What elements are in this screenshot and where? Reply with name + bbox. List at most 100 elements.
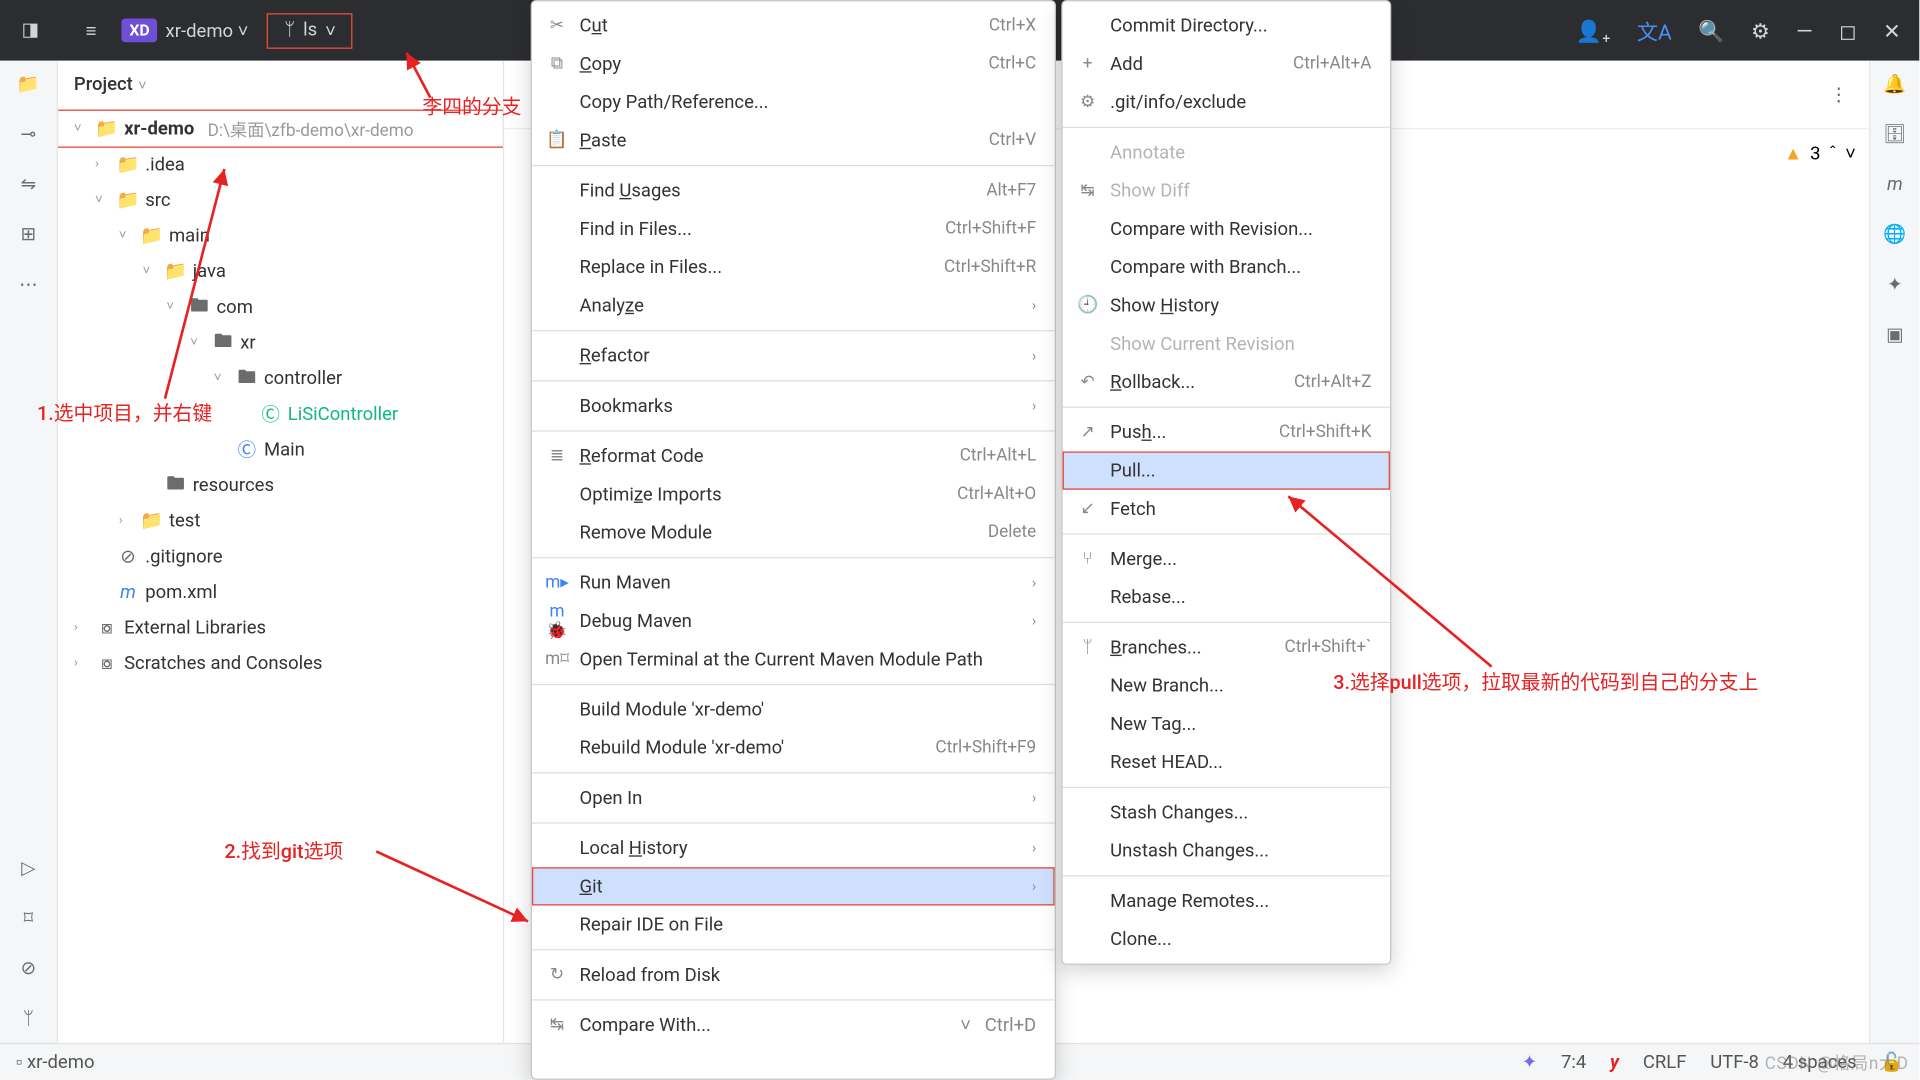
menu-analyze[interactable]: Analyze› bbox=[532, 286, 1055, 324]
structure-tool-icon[interactable]: ⊞ bbox=[21, 224, 36, 245]
git-manage-remotes[interactable]: Manage Remotes... bbox=[1063, 882, 1390, 920]
git-branches[interactable]: ᛘBranches...Ctrl+Shift+` bbox=[1063, 628, 1390, 666]
menu-repair-ide[interactable]: Repair IDE on File bbox=[532, 906, 1055, 944]
prev-highlight-icon[interactable]: ˆ bbox=[1828, 143, 1837, 164]
menu-compare-with[interactable]: ↹Compare With...˅ Ctrl+D bbox=[532, 1006, 1055, 1044]
more-options-icon[interactable]: ⋮ bbox=[1830, 84, 1848, 105]
run-tool-icon[interactable]: ▷ bbox=[21, 858, 35, 879]
menu-open-terminal[interactable]: m⌑Open Terminal at the Current Maven Mod… bbox=[532, 640, 1055, 678]
menu-copy-path[interactable]: Copy Path/Reference... bbox=[532, 83, 1055, 121]
tree-node-main[interactable]: ˅📁main bbox=[58, 218, 503, 254]
menu-reformat[interactable]: ≣Reformat CodeCtrl+Alt+L bbox=[532, 437, 1055, 475]
minimize-icon[interactable]: — bbox=[1796, 18, 1813, 43]
chevron-down-icon: ˅ bbox=[325, 19, 336, 41]
menu-local-history[interactable]: Local History› bbox=[532, 829, 1055, 867]
menu-refactor[interactable]: Refactor› bbox=[532, 337, 1055, 375]
search-icon[interactable]: 🔍 bbox=[1698, 18, 1724, 43]
git-commit-dir[interactable]: Commit Directory... bbox=[1063, 7, 1390, 45]
inspection-widget[interactable]: ▲3 ˆ˅ bbox=[1784, 143, 1856, 165]
tree-node-java[interactable]: ˅📁java bbox=[58, 253, 503, 289]
git-fetch[interactable]: ↙Fetch bbox=[1063, 490, 1390, 528]
translate-icon[interactable]: 文A bbox=[1637, 15, 1672, 47]
tree-node-resources[interactable]: 🖿resources bbox=[58, 467, 503, 503]
git-show-history[interactable]: 🕘Show History bbox=[1063, 286, 1390, 324]
branch-selector[interactable]: ᛘ ls ˅ bbox=[267, 13, 353, 49]
menu-build-module[interactable]: Build Module 'xr-demo' bbox=[532, 690, 1055, 728]
status-lang-icon[interactable]: y bbox=[1610, 1051, 1619, 1072]
tree-file-main[interactable]: ⒸMain bbox=[58, 432, 503, 468]
tree-file-pom[interactable]: mpom.xml bbox=[58, 574, 503, 610]
ai-icon[interactable]: ✦ bbox=[1887, 275, 1902, 296]
tree-node-xr[interactable]: ˅🖿xr bbox=[58, 325, 503, 361]
project-tool-icon[interactable]: 📁 bbox=[17, 74, 40, 95]
tree-external-libs[interactable]: ›⧇External Libraries bbox=[58, 610, 503, 646]
git-reset-head[interactable]: Reset HEAD... bbox=[1063, 743, 1390, 781]
status-ai-icon[interactable]: ✦ bbox=[1522, 1051, 1537, 1072]
menu-cut[interactable]: ✂CutCtrl+X bbox=[532, 7, 1055, 45]
next-highlight-icon[interactable]: ˅ bbox=[1845, 143, 1856, 165]
collab-icon[interactable]: 👤₊ bbox=[1576, 18, 1611, 43]
status-caret-pos[interactable]: 7:4 bbox=[1561, 1051, 1586, 1072]
git-add[interactable]: +AddCtrl+Alt+A bbox=[1063, 45, 1390, 83]
project-name[interactable]: xr-demo ˅ bbox=[166, 19, 249, 41]
menu-paste[interactable]: 📋PasteCtrl+V bbox=[532, 121, 1055, 159]
menu-remove-module[interactable]: Remove ModuleDelete bbox=[532, 513, 1055, 551]
tree-file-gitignore[interactable]: ⊘.gitignore bbox=[58, 539, 503, 575]
menu-replace-files[interactable]: Replace in Files...Ctrl+Shift+R bbox=[532, 248, 1055, 286]
hamburger-icon[interactable]: ≡ bbox=[61, 0, 122, 61]
git-compare-branch[interactable]: Compare with Branch... bbox=[1063, 248, 1390, 286]
git-rollback[interactable]: ↶Rollback...Ctrl+Alt+Z bbox=[1063, 363, 1390, 401]
git-stash[interactable]: Stash Changes... bbox=[1063, 793, 1390, 831]
notifications-icon[interactable]: 🔔 bbox=[1883, 74, 1906, 95]
menu-debug-maven[interactable]: m🐞Debug Maven› bbox=[532, 602, 1055, 640]
database-icon[interactable]: 🗄 bbox=[1883, 124, 1906, 145]
close-icon[interactable]: ✕ bbox=[1883, 18, 1901, 43]
git-pull[interactable]: Pull... bbox=[1063, 451, 1390, 489]
git-exclude[interactable]: ⚙.git/info/exclude bbox=[1063, 83, 1390, 121]
menu-copy[interactable]: ⧉CopyCtrl+C bbox=[532, 45, 1055, 83]
git-compare-revision[interactable]: Compare with Revision... bbox=[1063, 210, 1390, 248]
settings-icon[interactable]: ⚙ bbox=[1751, 18, 1770, 43]
commit-tool-icon[interactable]: ⊸ bbox=[21, 124, 36, 145]
git-merge[interactable]: ⑂Merge... bbox=[1063, 540, 1390, 578]
menu-open-in[interactable]: Open In› bbox=[532, 779, 1055, 817]
vcs-tool-icon[interactable]: ᛘ bbox=[23, 1008, 34, 1029]
status-line-sep[interactable]: CRLF bbox=[1643, 1051, 1687, 1072]
tree-node-idea[interactable]: ›📁.idea bbox=[58, 147, 503, 183]
menu-git[interactable]: Git› bbox=[532, 867, 1055, 905]
maven-panel-icon[interactable]: m bbox=[1887, 174, 1903, 195]
tree-root[interactable]: ˅📁xr-demoD:\桌面\zfb-demo\xr-demo bbox=[58, 111, 503, 147]
app-icon[interactable]: ◨ bbox=[0, 0, 61, 61]
tree-node-test[interactable]: ›📁test bbox=[58, 503, 503, 539]
more-tool-icon[interactable]: ⋯ bbox=[19, 275, 37, 296]
menu-find-files[interactable]: Find in Files...Ctrl+Shift+F bbox=[532, 210, 1055, 248]
tree-node-controller[interactable]: ˅🖿controller bbox=[58, 360, 503, 396]
menu-bookmarks[interactable]: Bookmarks› bbox=[532, 387, 1055, 425]
web-icon[interactable]: 🌐 bbox=[1883, 224, 1906, 245]
git-show-diff: ↹Show Diff bbox=[1063, 172, 1390, 210]
git-unstash[interactable]: Unstash Changes... bbox=[1063, 832, 1390, 870]
git-new-tag[interactable]: New Tag... bbox=[1063, 705, 1390, 743]
git-clone[interactable]: Clone... bbox=[1063, 920, 1390, 958]
git-new-branch[interactable]: New Branch... bbox=[1063, 667, 1390, 705]
terminal-tool-icon[interactable]: ⌑ bbox=[24, 908, 33, 929]
sidebar-title[interactable]: Project ˅ bbox=[58, 61, 503, 109]
menu-find-usages[interactable]: Find UsagesAlt+F7 bbox=[532, 172, 1055, 210]
menu-run-maven[interactable]: m▸Run Maven› bbox=[532, 564, 1055, 602]
menu-rebuild-module[interactable]: Rebuild Module 'xr-demo'Ctrl+Shift+F9 bbox=[532, 729, 1055, 767]
git-push[interactable]: ↗Push...Ctrl+Shift+K bbox=[1063, 413, 1390, 451]
tree-file-lisi[interactable]: ⒸLiSiController bbox=[58, 396, 503, 432]
status-encoding[interactable]: UTF-8 bbox=[1710, 1051, 1759, 1072]
status-module[interactable]: ▫ xr-demo bbox=[16, 1051, 95, 1073]
git-rebase[interactable]: Rebase... bbox=[1063, 578, 1390, 616]
tree-scratches[interactable]: ›⧇Scratches and Consoles bbox=[58, 645, 503, 681]
tree-node-src[interactable]: ˅📁src bbox=[58, 182, 503, 218]
git-tool-icon[interactable]: ⇋ bbox=[21, 174, 36, 195]
cut-icon: ✂ bbox=[545, 16, 569, 36]
bookmark-panel-icon[interactable]: ▣ bbox=[1886, 325, 1903, 346]
problems-tool-icon[interactable]: ⊘ bbox=[21, 958, 36, 979]
menu-reload-disk[interactable]: ↻Reload from Disk bbox=[532, 956, 1055, 994]
tree-node-com[interactable]: ˅🖿com bbox=[58, 289, 503, 325]
menu-optimize[interactable]: Optimize ImportsCtrl+Alt+O bbox=[532, 475, 1055, 513]
maximize-icon[interactable]: ◻ bbox=[1839, 18, 1857, 43]
